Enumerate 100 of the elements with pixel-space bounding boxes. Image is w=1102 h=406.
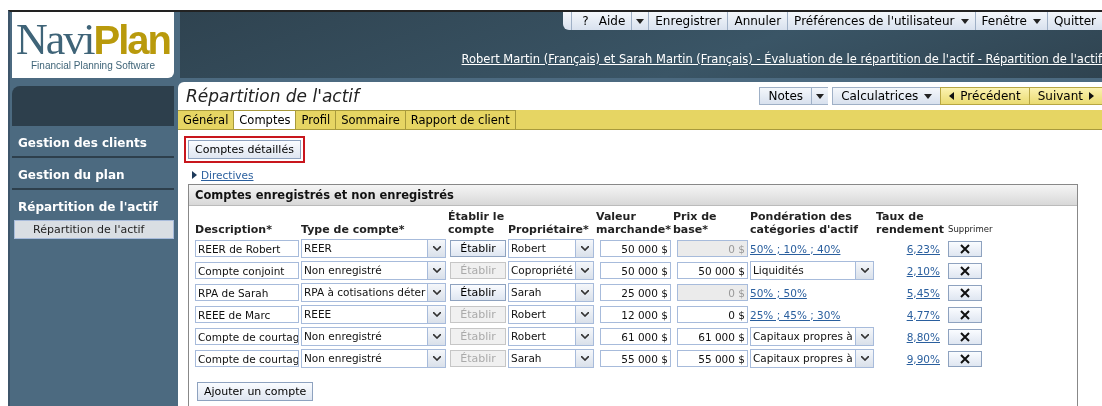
menu-button[interactable]: ? Aide [571, 12, 632, 30]
menu-button[interactable]: Annuler [727, 12, 788, 30]
column-header: Valeur marchande* [596, 210, 671, 236]
owner-dropdown[interactable]: Robert [508, 327, 594, 346]
panel-title: Comptes enregistrés et non enregistrés [189, 185, 1077, 206]
market-value-field[interactable]: 50 000 $ [600, 262, 671, 279]
tab[interactable]: Profil [296, 110, 337, 129]
close-icon [960, 243, 970, 254]
close-icon [960, 287, 970, 298]
rate-link[interactable]: 5,45% [876, 286, 946, 299]
base-price-field[interactable]: 0 $ [677, 306, 748, 323]
establish-button[interactable]: Établir [450, 284, 506, 301]
weighting-dropdown[interactable]: Liquidités [750, 261, 874, 280]
weighting-link[interactable]: 50% ; 10% ; 40% [750, 242, 874, 255]
chevron-icon [432, 290, 441, 295]
description-field[interactable]: Compte de courtag [195, 328, 299, 345]
description-field[interactable]: Compte de courtag [195, 350, 299, 367]
breadcrumb-link[interactable]: Robert Martin (Français) et Sarah Martin (Français) - Évaluation de le répartition de l'actif - Répartition de l'actif [461, 52, 1102, 66]
delete-button[interactable] [948, 240, 982, 257]
description-field[interactable]: REEE de Marc [195, 306, 299, 323]
chevron-icon [432, 334, 441, 339]
column-header: Description* [195, 223, 273, 236]
account-type-dropdown[interactable]: REEE [301, 305, 446, 324]
weighting-link[interactable]: 25% ; 45% ; 30% [750, 308, 874, 321]
caret-icon [636, 18, 645, 24]
market-value-field[interactable]: 25 000 $ [600, 284, 671, 301]
rate-link[interactable]: 2,10% [876, 264, 946, 277]
toolbar-button[interactable]: Calculatrices [832, 87, 941, 105]
close-icon [960, 265, 970, 276]
delete-button[interactable] [948, 350, 982, 367]
chevron-icon [860, 356, 869, 361]
tab[interactable]: Général [178, 110, 235, 129]
owner-dropdown[interactable]: Copropriété [508, 261, 594, 280]
tab[interactable]: Sommaire [336, 110, 406, 129]
account-type-dropdown[interactable]: Non enregistré [301, 327, 446, 346]
column-header: Type de compte* [301, 223, 406, 236]
delete-button[interactable] [948, 306, 982, 323]
chevron-icon [860, 268, 869, 273]
caret-icon [924, 93, 933, 99]
owner-dropdown[interactable]: Robert [508, 305, 594, 324]
logo-word: Plan [93, 17, 170, 62]
establish-button[interactable]: Établir [450, 240, 506, 257]
chevron-icon [580, 290, 589, 295]
chevron-icon [432, 312, 441, 317]
base-price-field[interactable]: 50 000 $ [677, 262, 748, 279]
menu-button[interactable]: Enregistrer [648, 12, 728, 30]
tab[interactable]: Comptes [234, 110, 297, 129]
delete-button[interactable] [948, 262, 982, 279]
add-account-button[interactable]: Ajouter un compte [197, 382, 314, 401]
weighting-dropdown[interactable]: Capitaux propres à [750, 327, 874, 346]
delete-button[interactable] [948, 284, 982, 301]
base-price-field[interactable]: 55 000 $ [677, 350, 748, 367]
delete-button[interactable] [948, 328, 982, 345]
chevron-icon [580, 246, 589, 251]
close-icon [960, 331, 970, 342]
toolbar-button[interactable]: Précédent [940, 87, 1029, 105]
account-type-dropdown[interactable]: RPA à cotisations déter [301, 283, 446, 302]
chevron-icon [580, 334, 589, 339]
rate-link[interactable]: 8,80% [876, 330, 946, 343]
owner-dropdown[interactable]: Sarah [508, 283, 594, 302]
rate-link[interactable]: 9,90% [876, 352, 946, 365]
market-value-field[interactable]: 50 000 $ [600, 240, 671, 257]
page-title: Répartition de l'actif [185, 86, 359, 106]
detailed-accounts-button[interactable]: Comptes détaillés [188, 140, 301, 159]
menu-button[interactable]: Quitter [1046, 12, 1102, 30]
account-type-dropdown[interactable]: Non enregistré [301, 349, 446, 368]
caret-icon [816, 93, 825, 99]
menu-button[interactable]: Préférences de l'utilisateur [787, 12, 975, 30]
rate-link[interactable]: 4,77% [876, 308, 946, 321]
weighting-dropdown[interactable]: Capitaux propres à [750, 349, 874, 368]
description-field[interactable]: Compte conjoint [195, 262, 299, 279]
column-header: Propriétaire* [508, 223, 590, 236]
close-icon [960, 353, 970, 364]
chevron-icon [580, 356, 589, 361]
caret-icon [1032, 18, 1041, 24]
account-type-dropdown[interactable]: Non enregistré [301, 261, 446, 280]
weighting-link[interactable]: 50% ; 50% [750, 286, 874, 299]
dropdown-button[interactable] [811, 87, 829, 105]
account-type-dropdown[interactable]: REER [301, 239, 446, 258]
caret-icon [960, 18, 969, 24]
column-header: Taux de rendement [876, 210, 946, 236]
sidebar-subitem[interactable]: Répartition de l'actif [14, 220, 174, 239]
chevron-icon [860, 334, 869, 339]
market-value-field[interactable]: 12 000 $ [600, 306, 671, 323]
market-value-field[interactable]: 55 000 $ [600, 350, 671, 367]
directives-link[interactable]: Directives [201, 169, 254, 181]
toolbar-button[interactable]: Suivant [1028, 87, 1102, 105]
description-field[interactable]: REER de Robert [195, 240, 299, 257]
tab[interactable]: Rapport de client [405, 110, 516, 129]
chevron-icon [432, 268, 441, 273]
market-value-field[interactable]: 61 000 $ [600, 328, 671, 345]
menu-button[interactable]: Fenêtre [974, 12, 1047, 30]
owner-dropdown[interactable]: Sarah [508, 349, 594, 368]
toolbar-button[interactable]: Notes [759, 87, 812, 105]
rate-link[interactable]: 6,23% [876, 242, 946, 255]
column-header: Établir le compte [448, 210, 506, 236]
owner-dropdown[interactable]: Robert [508, 239, 594, 258]
base-price-field[interactable]: 61 000 $ [677, 328, 748, 345]
column-header: Prix de base* [673, 210, 718, 236]
description-field[interactable]: RPA de Sarah [195, 284, 299, 301]
